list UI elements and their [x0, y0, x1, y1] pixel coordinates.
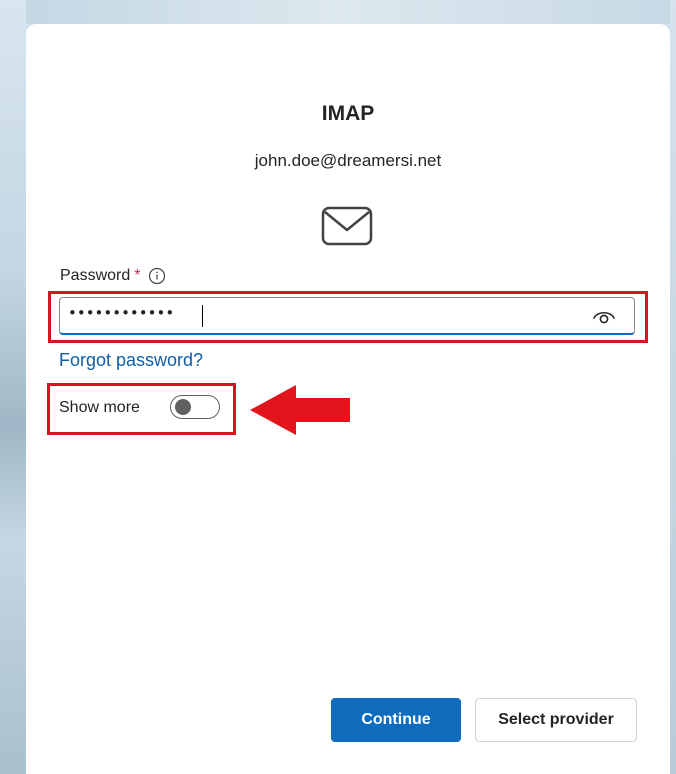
account-email: john.doe@dreamersi.net — [254, 151, 442, 170]
password-highlight-box — [48, 291, 648, 343]
password-label-text: Password — [60, 267, 131, 284]
dialog-title: IMAP — [321, 102, 375, 125]
required-mark: * — [134, 267, 141, 284]
background-right — [670, 0, 676, 774]
password-label: Password * — [60, 267, 166, 285]
mail-icon — [321, 206, 373, 246]
select-provider-button[interactable]: Select provider — [475, 698, 637, 742]
info-icon[interactable] — [148, 267, 166, 285]
red-arrow-left-icon — [250, 385, 350, 435]
forgot-password-link[interactable]: Forgot password? — [59, 350, 203, 371]
continue-button[interactable]: Continue — [331, 698, 461, 742]
show-more-highlight-box — [47, 383, 236, 435]
background-left — [0, 0, 26, 774]
background-top — [0, 0, 676, 24]
